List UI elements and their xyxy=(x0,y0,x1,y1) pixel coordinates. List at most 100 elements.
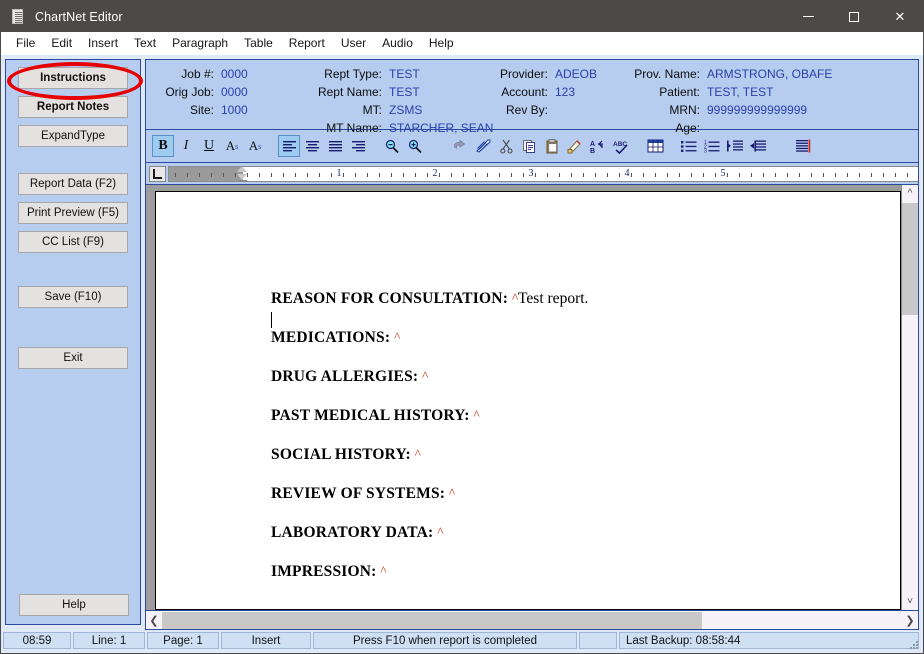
print-preview-button[interactable]: Print Preview (F5) xyxy=(18,202,128,224)
label: Rev By: xyxy=(505,103,548,117)
tab-stop-selector-icon[interactable] xyxy=(149,165,166,182)
document-line: PAST MEDICAL HISTORY: ^ xyxy=(271,407,900,425)
exit-button[interactable]: Exit xyxy=(18,347,128,369)
help-button[interactable]: Help xyxy=(19,594,129,616)
subscript-icon[interactable]: As xyxy=(244,135,266,157)
value: ARMSTRONG, OBAFE xyxy=(707,67,833,81)
ruler-tick xyxy=(727,172,728,177)
ruler-tick xyxy=(391,172,392,177)
decrease-indent-icon[interactable] xyxy=(747,135,769,157)
menu-table[interactable]: Table xyxy=(236,34,281,52)
title-bar: ChartNet Editor ✕ xyxy=(1,1,923,32)
report-notes-button[interactable]: Report Notes xyxy=(18,96,128,118)
expand-type-button[interactable]: ExpandType xyxy=(18,125,128,147)
scroll-down-icon[interactable]: ˅ xyxy=(902,593,918,610)
minimize-button[interactable] xyxy=(785,1,831,32)
bullet-list-icon[interactable] xyxy=(678,135,700,157)
instructions-button[interactable]: Instructions xyxy=(18,67,128,89)
underline-icon[interactable]: U xyxy=(198,135,220,157)
ruler-tick xyxy=(355,172,356,177)
svg-text:B: B xyxy=(590,148,595,154)
window-title: ChartNet Editor xyxy=(35,9,123,24)
indent-marker-handle[interactable] xyxy=(237,166,248,181)
zoom-in-icon[interactable] xyxy=(404,135,426,157)
label: Provider: xyxy=(499,67,548,81)
menu-audio[interactable]: Audio xyxy=(374,34,421,52)
horizontal-scroll-thumb[interactable] xyxy=(162,611,703,629)
ruler-tick xyxy=(511,172,512,177)
vertical-scrollbar[interactable]: ^ ˅ xyxy=(901,185,918,610)
ruler-tick xyxy=(679,172,680,177)
menu-paragraph[interactable]: Paragraph xyxy=(164,34,236,52)
scroll-up-icon[interactable]: ^ xyxy=(902,185,918,202)
info-field-patient: Patient: TEST, TEST xyxy=(616,83,832,101)
format-painter-icon[interactable] xyxy=(564,135,586,157)
caret-mark: ^ xyxy=(380,563,387,578)
menu-insert[interactable]: Insert xyxy=(80,34,126,52)
label: MT: xyxy=(362,103,382,117)
increase-indent-icon[interactable] xyxy=(724,135,746,157)
horizontal-scrollbar[interactable]: ❮ ❯ xyxy=(145,611,919,630)
menu-text[interactable]: Text xyxy=(126,34,164,52)
scroll-right-icon[interactable]: ❯ xyxy=(902,612,918,629)
highlight-icon[interactable] xyxy=(472,135,494,157)
align-left-icon[interactable] xyxy=(278,135,300,157)
scroll-left-icon[interactable]: ❮ xyxy=(146,612,162,629)
chartnet-editor-window: ChartNet Editor ✕ File Edit Insert Text … xyxy=(0,0,924,654)
menu-edit[interactable]: Edit xyxy=(43,34,80,52)
align-right-icon[interactable] xyxy=(347,135,369,157)
bold-icon[interactable]: B xyxy=(152,135,174,157)
ruler-tick xyxy=(847,172,848,177)
maximize-button[interactable] xyxy=(831,1,877,32)
cc-list-button[interactable]: CC List (F9) xyxy=(18,231,128,253)
value: 0000 xyxy=(221,85,248,99)
align-justify-icon[interactable] xyxy=(324,135,346,157)
horizontal-ruler[interactable]: 1 2 3 4 5 xyxy=(168,165,918,182)
ruler-tick xyxy=(295,172,296,177)
copy-icon[interactable] xyxy=(518,135,540,157)
ruler-tick xyxy=(175,172,176,177)
find-replace-icon[interactable]: AB xyxy=(587,135,609,157)
align-center-icon[interactable] xyxy=(301,135,323,157)
vertical-scroll-thumb[interactable] xyxy=(902,203,918,315)
insert-table-icon[interactable] xyxy=(644,135,666,157)
info-field-prov-name: Prov. Name: ARMSTRONG, OBAFE xyxy=(616,65,832,83)
ruler-tick xyxy=(403,172,404,177)
save-button[interactable]: Save (F10) xyxy=(18,286,128,308)
page-break-icon[interactable] xyxy=(792,135,814,157)
menu-help[interactable]: Help xyxy=(421,34,462,52)
ruler-tick xyxy=(307,172,308,177)
menu-report[interactable]: Report xyxy=(281,34,333,52)
menu-user[interactable]: User xyxy=(333,34,374,52)
paste-icon[interactable] xyxy=(541,135,563,157)
ruler-number: 3 xyxy=(528,167,534,179)
zoom-out-icon[interactable] xyxy=(381,135,403,157)
label: Account: xyxy=(501,85,548,99)
label: Rept Name: xyxy=(317,85,382,99)
status-last-backup: Last Backup: 08:58:44 xyxy=(619,632,919,649)
ruler-tick xyxy=(271,172,272,177)
menu-file[interactable]: File xyxy=(8,34,43,52)
cut-icon[interactable] xyxy=(495,135,517,157)
resize-grip-icon[interactable] xyxy=(908,639,920,651)
section-text: Test report. xyxy=(518,290,589,307)
report-data-button[interactable]: Report Data (F2) xyxy=(18,173,128,195)
undo-icon[interactable] xyxy=(449,135,471,157)
status-spacer xyxy=(579,632,617,649)
horizontal-scroll-track[interactable] xyxy=(162,611,902,629)
italic-icon[interactable]: I xyxy=(175,135,197,157)
info-column-job: Job #: 0000 Orig Job: 0000 Site: 1000 xyxy=(154,65,248,119)
label: Orig Job: xyxy=(165,85,214,99)
spell-check-icon[interactable]: ABC xyxy=(610,135,632,157)
status-line: Line: 1 xyxy=(73,632,145,649)
close-button[interactable]: ✕ xyxy=(877,1,923,32)
ruler-tick xyxy=(715,172,716,177)
document-canvas: REASON FOR CONSULTATION: ^Test report. M… xyxy=(146,185,901,610)
document-page[interactable]: REASON FOR CONSULTATION: ^Test report. M… xyxy=(155,191,901,610)
ruler-tick xyxy=(871,172,872,177)
ruler-tick xyxy=(475,172,476,177)
numbered-list-icon[interactable]: 123 xyxy=(701,135,723,157)
ruler-tick xyxy=(787,172,788,177)
superscript-icon[interactable]: As xyxy=(221,135,243,157)
editor-area: REASON FOR CONSULTATION: ^Test report. M… xyxy=(145,185,919,611)
